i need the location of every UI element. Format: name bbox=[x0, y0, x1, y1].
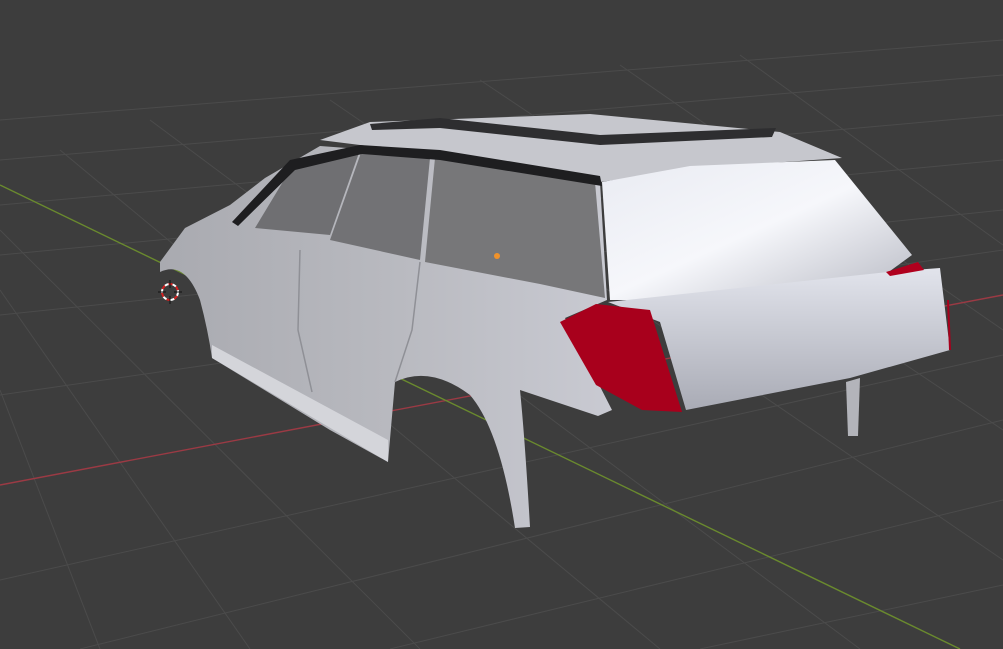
viewport-canvas[interactable] bbox=[0, 0, 1003, 649]
3d-viewport[interactable] bbox=[0, 0, 1003, 649]
car-model[interactable] bbox=[160, 114, 951, 528]
object-origin-icon bbox=[494, 253, 500, 259]
rear-support-leg bbox=[846, 378, 860, 436]
3d-cursor-icon[interactable] bbox=[158, 280, 182, 304]
